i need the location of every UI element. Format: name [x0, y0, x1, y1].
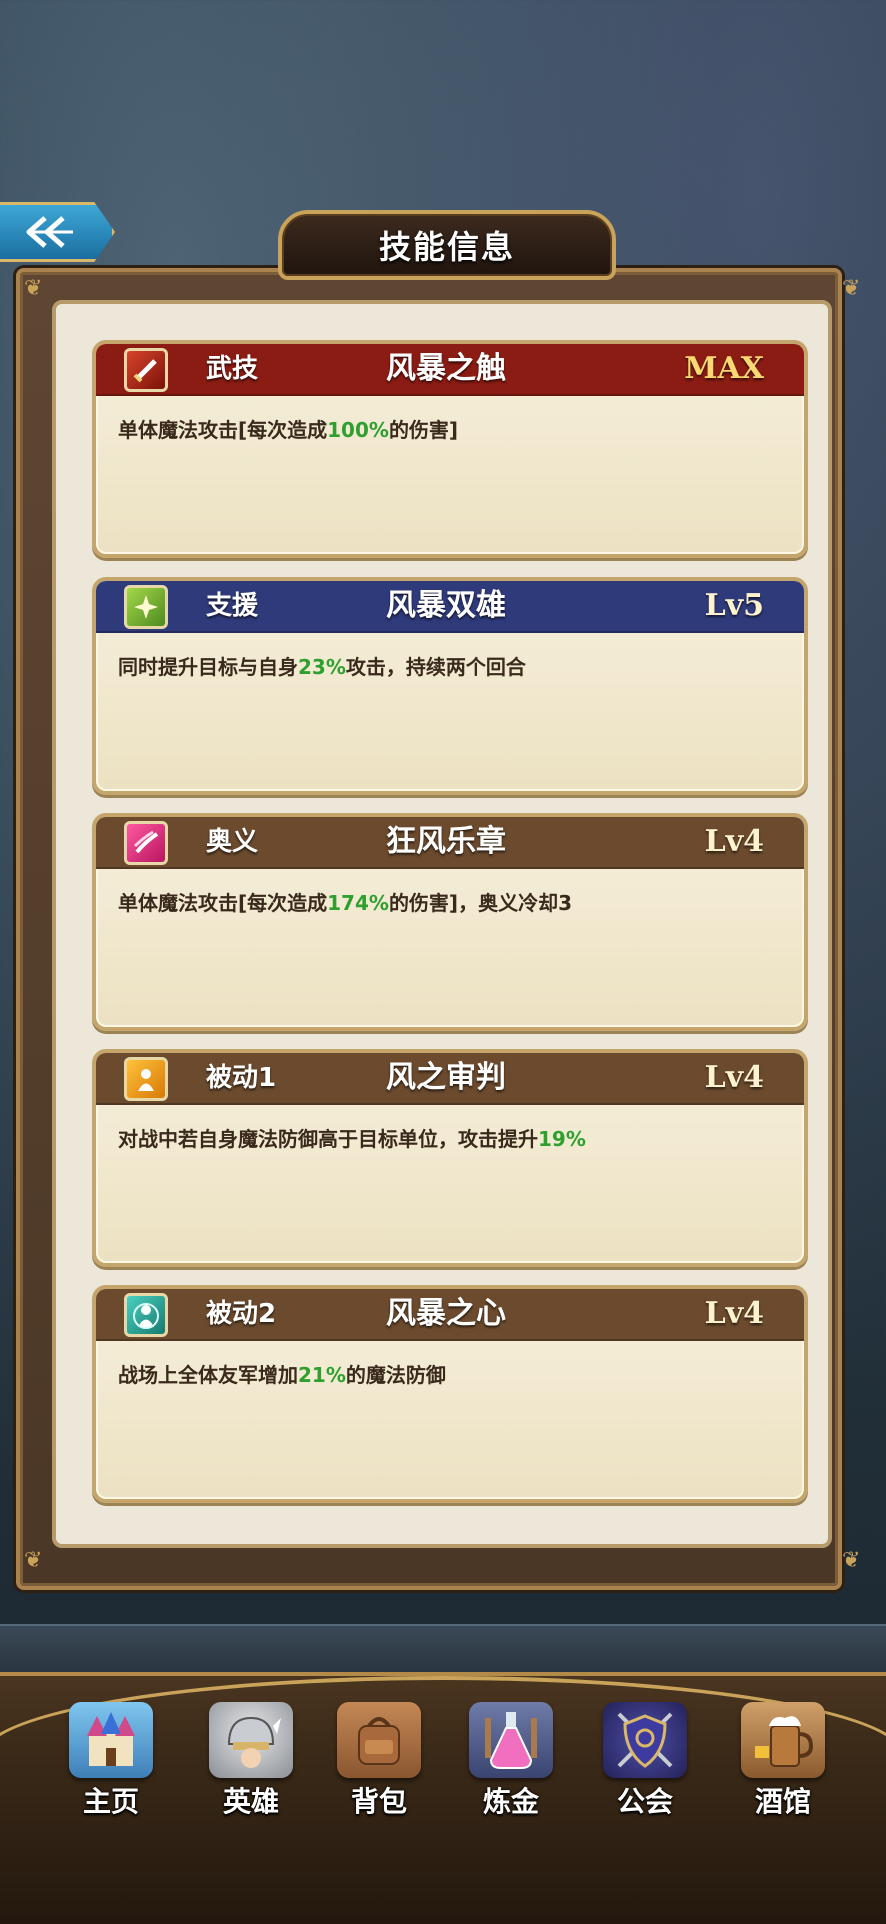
skill-level: Lv4: [704, 1060, 764, 1095]
bottom-divider-bar: [0, 1624, 886, 1674]
skill-level: Lv4: [704, 824, 764, 859]
skill-description: 对战中若自身魔法防御高于目标单位，攻击提升19%: [118, 1127, 586, 1151]
skill-description: 单体魔法攻击[每次造成100%的伤害]: [118, 418, 459, 442]
backpack-icon: [337, 1702, 421, 1778]
corner-ornament: ❦: [842, 276, 861, 301]
potion-icon: [469, 1702, 553, 1778]
sparkle-icon: [124, 585, 168, 629]
corner-ornament: ❦: [24, 1548, 43, 1573]
skill-card-header: 被动1 风之审判 Lv4: [96, 1053, 804, 1105]
nav-label: 背包: [350, 1785, 407, 1818]
page-title-plate: 技能信息: [278, 210, 616, 280]
nav-item-alchemy[interactable]: 炼金: [456, 1702, 566, 1820]
skill-card-3[interactable]: 奥义 狂风乐章 Lv4 单体魔法攻击[每次造成174%的伤害]，奥义冷却3: [92, 813, 808, 1031]
skill-card-header: 支援 风暴双雄 Lv5: [96, 581, 804, 633]
nav-label: 主页: [82, 1785, 139, 1818]
skill-type: 支援: [206, 591, 259, 621]
skill-name: 风暴双雄: [386, 588, 506, 623]
skill-description: 单体魔法攻击[每次造成174%的伤害]，奥义冷却3: [118, 891, 572, 915]
skill-card-4[interactable]: 被动1 风之审判 Lv4 对战中若自身魔法防御高于目标单位，攻击提升19%: [92, 1049, 808, 1267]
person-glow-icon: [124, 1057, 168, 1101]
skill-name: 风暴之心: [386, 1296, 506, 1331]
skill-type: 奥义: [206, 827, 259, 857]
helmet-icon: [209, 1702, 293, 1778]
back-button[interactable]: [0, 202, 115, 262]
skill-name: 风之审判: [386, 1060, 506, 1095]
page-title: 技能信息: [378, 228, 515, 266]
skill-description: 战场上全体友军增加21%的魔法防御: [118, 1363, 446, 1387]
skill-card-header: 武技 风暴之触 MAX: [96, 344, 804, 396]
skill-card-header: 奥义 狂风乐章 Lv4: [96, 817, 804, 869]
tavern-mug-icon: [741, 1702, 825, 1778]
skill-type: 被动1: [206, 1063, 277, 1093]
sword-icon: [124, 348, 168, 392]
nav-item-heroes[interactable]: 英雄: [196, 1702, 306, 1820]
nav-item-guild[interactable]: 公会: [590, 1702, 700, 1820]
skill-card-1[interactable]: 武技 风暴之触 MAX 单体魔法攻击[每次造成100%的伤害]: [92, 340, 808, 558]
nav-item-backpack[interactable]: 背包: [324, 1702, 434, 1820]
skill-card-header: 被动2 风暴之心 Lv4: [96, 1289, 804, 1341]
corner-ornament: ❦: [842, 1548, 861, 1573]
nav-label: 酒馆: [754, 1785, 811, 1818]
skill-name: 狂风乐章: [386, 824, 506, 859]
nav-label: 公会: [616, 1785, 673, 1818]
guild-shield-icon: [603, 1702, 687, 1778]
skill-level: MAX: [684, 351, 764, 386]
person-aura-icon: [124, 1293, 168, 1337]
nav-label: 炼金: [482, 1785, 539, 1818]
castle-icon: [69, 1702, 153, 1778]
skill-card-5[interactable]: 被动2 风暴之心 Lv4 战场上全体友军增加21%的魔法防御: [92, 1285, 808, 1503]
skill-level: Lv4: [704, 1296, 764, 1331]
skill-type: 被动2: [206, 1299, 277, 1329]
corner-ornament: ❦: [24, 276, 43, 301]
double-chevron-left-icon: [26, 216, 73, 248]
nav-item-home[interactable]: 主页: [56, 1702, 166, 1820]
nav-label: 英雄: [222, 1785, 279, 1818]
skill-name: 风暴之触: [386, 351, 506, 386]
nav-item-tavern[interactable]: 酒馆: [728, 1702, 838, 1820]
wind-slash-icon: [124, 821, 168, 865]
skill-level: Lv5: [704, 588, 764, 623]
skill-description: 同时提升目标与自身23%攻击，持续两个回合: [118, 655, 526, 679]
skill-card-2[interactable]: 支援 风暴双雄 Lv5 同时提升目标与自身23%攻击，持续两个回合: [92, 577, 808, 795]
skill-type: 武技: [206, 354, 259, 384]
